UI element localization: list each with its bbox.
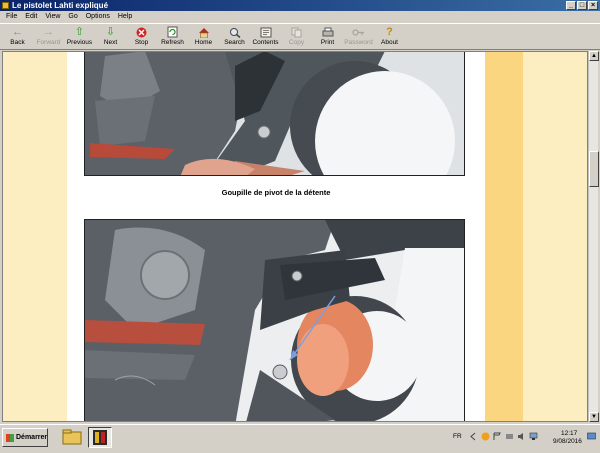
stop-icon [135,26,148,38]
menu-help[interactable]: Help [114,11,136,23]
search-button[interactable]: Search [219,24,250,50]
previous-label: Previous [66,39,93,46]
next-label: Next [103,39,118,46]
update-icon[interactable] [481,432,490,441]
menu-options[interactable]: Options [82,11,114,23]
explorer-taskbar-button[interactable] [60,427,84,448]
forward-button[interactable]: → Forward [33,24,64,50]
about-icon: ? [386,26,393,38]
back-arrow-icon: ← [12,26,23,38]
clock-time[interactable]: 12:17 [561,430,577,437]
contents-icon [259,26,272,38]
next-button[interactable]: ⇩ Next [95,24,126,50]
up-arrow-icon: ⇧ [74,26,85,38]
app-icon [2,2,9,9]
scroll-up-button[interactable]: ▲ [589,51,599,61]
copy-label: Copy [288,39,305,46]
photo-trigger-detail [84,219,465,421]
window-title: Le pistolet Lahti expliqué [12,1,109,10]
vertical-scrollbar[interactable]: ▲ ▼ [588,51,599,422]
print-button[interactable]: Print [312,24,343,50]
close-button[interactable]: × [588,1,598,10]
refresh-label: Refresh [161,39,184,46]
previous-button[interactable]: ⇧ Previous [64,24,95,50]
start-button[interactable]: Démarrer [2,428,48,447]
windows-flag-icon [6,434,14,442]
stop-label: Stop [134,39,149,46]
copy-icon [290,26,303,38]
copy-button[interactable]: Copy [281,24,312,50]
home-label: Home [194,39,213,46]
app-taskbar-button[interactable] [88,427,112,448]
forward-arrow-icon: → [43,26,54,38]
network-icon[interactable] [529,432,538,441]
menu-view[interactable]: View [41,11,64,23]
menu-go[interactable]: Go [64,11,81,23]
content-viewport: Goupille de pivot de la détente [2,51,588,422]
system-tray: FR 12:17 9/08/2016 [449,427,597,448]
scroll-down-button[interactable]: ▼ [589,412,599,422]
taskbar: Démarrer FR 12:17 9/08/2016 [0,424,600,450]
stop-button[interactable]: Stop [126,24,157,50]
home-button[interactable]: Home [188,24,219,50]
maximize-button[interactable]: □ [577,1,587,10]
home-icon [197,26,210,38]
minimize-button[interactable]: _ [566,1,576,10]
collapse-tray-icon[interactable] [469,432,478,441]
show-desktop-icon[interactable] [587,432,596,441]
decorative-side-strip [485,52,523,421]
flag-icon[interactable] [493,432,502,441]
back-label: Back [10,39,25,46]
refresh-icon [166,26,179,38]
browser-window: Le pistolet Lahti expliqué _ □ × File Ed… [0,0,600,424]
clock-date[interactable]: 9/08/2016 [553,438,582,445]
scroll-thumb[interactable] [589,151,599,187]
about-button[interactable]: ? About [374,24,405,50]
contents-button[interactable]: Contents [250,24,281,50]
search-icon [228,26,241,38]
password-label: Password [344,39,373,46]
down-arrow-icon: ⇩ [105,26,116,38]
back-button[interactable]: ← Back [2,24,33,50]
title-bar: Le pistolet Lahti expliqué _ □ × [0,0,600,11]
device-icon[interactable] [505,432,514,441]
menu-bar: File Edit View Go Options Help [0,11,600,23]
menu-file[interactable]: File [2,11,21,23]
menu-edit[interactable]: Edit [21,11,41,23]
language-indicator[interactable]: FR [453,433,462,440]
volume-icon[interactable] [517,432,526,441]
contents-label: Contents [252,39,279,46]
photo-trigger-pivot-pin [84,52,465,176]
photo-caption: Goupille de pivot de la détente [221,188,331,197]
search-label: Search [224,39,245,46]
refresh-button[interactable]: Refresh [157,24,188,50]
password-button[interactable]: Password [343,24,374,50]
start-label: Démarrer [16,434,48,441]
print-icon [321,26,334,38]
print-label: Print [320,39,335,46]
forward-label: Forward [36,39,61,46]
about-label: About [381,39,398,46]
page-column: Goupille de pivot de la détente [67,52,485,421]
key-icon [352,26,365,38]
toolbar: ← Back → Forward ⇧ Previous ⇩ Next Stop … [0,23,600,50]
